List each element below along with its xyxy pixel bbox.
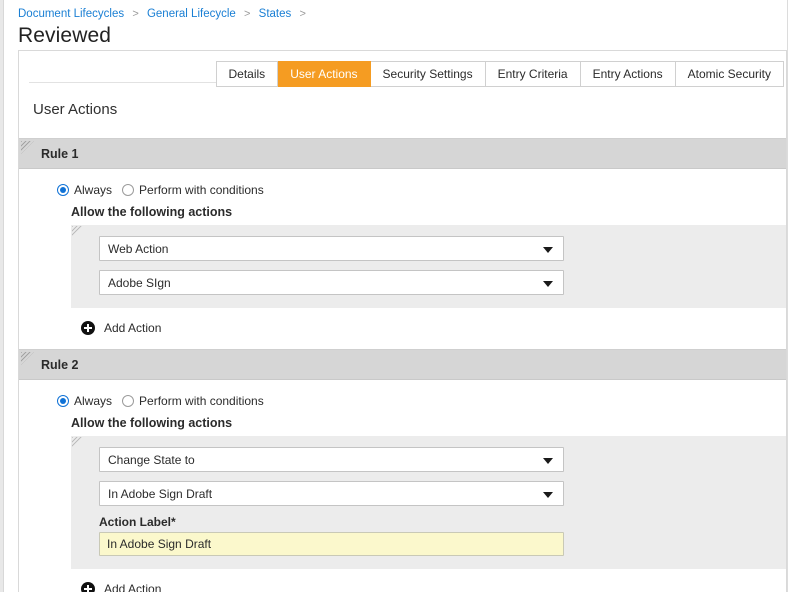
breadcrumb-separator: > (132, 8, 138, 20)
radio-conditions-1[interactable] (122, 184, 134, 196)
tab-strip: Details User Actions Security Settings E… (19, 61, 786, 91)
action-type-select-1[interactable]: Web Action (99, 236, 564, 261)
breadcrumb-item-general-lifecycle[interactable]: General Lifecycle (147, 8, 236, 20)
condition-radio-group-2: Always Perform with conditions (19, 394, 786, 408)
breadcrumb-item-states[interactable]: States (259, 8, 292, 20)
tab-list: Details User Actions Security Settings E… (216, 61, 785, 87)
radio-conditions-label: Perform with conditions (139, 183, 264, 197)
chevron-down-icon (543, 247, 553, 253)
rule-list: Rule 1 Always Perform with conditions (19, 138, 786, 592)
add-action-label: Add Action (104, 582, 161, 592)
rule-body-2: Always Perform with conditions Allow the… (19, 380, 786, 592)
tab-security-settings[interactable]: Security Settings (371, 61, 486, 87)
radio-always-2[interactable] (57, 395, 69, 407)
breadcrumb-separator: > (244, 8, 250, 20)
rule-title: Rule 1 (41, 147, 79, 161)
action-label-field-label: Action Label* (99, 515, 786, 530)
action-target-value: Adobe SIgn (108, 276, 171, 290)
rule-body-1: Always Perform with conditions Allow the… (19, 169, 786, 349)
plus-circle-icon (81, 582, 95, 592)
radio-conditions-label: Perform with conditions (139, 394, 264, 408)
action-group-1: Web Action Adobe SIgn (71, 225, 786, 308)
tab-atomic-security[interactable]: Atomic Security (676, 61, 784, 87)
allow-actions-label-1: Allow the following actions (19, 197, 786, 221)
action-target-select-2[interactable]: In Adobe Sign Draft (99, 481, 564, 506)
tab-entry-actions[interactable]: Entry Actions (581, 61, 676, 87)
action-label-input[interactable]: In Adobe Sign Draft (99, 532, 564, 556)
page-content: Document Lifecycles > General Lifecycle … (4, 0, 787, 592)
action-type-select-2[interactable]: Change State to (99, 447, 564, 472)
breadcrumb-item-document-lifecycles[interactable]: Document Lifecycles (18, 8, 124, 20)
add-action-button-2[interactable]: Add Action (19, 569, 786, 592)
tab-entry-criteria[interactable]: Entry Criteria (486, 61, 581, 87)
radio-option-always-2[interactable]: Always (57, 394, 112, 408)
condition-radio-group-1: Always Perform with conditions (19, 183, 786, 197)
radio-option-conditions-1[interactable]: Perform with conditions (122, 183, 264, 197)
radio-always-label: Always (74, 394, 112, 408)
add-action-button-1[interactable]: Add Action (19, 308, 786, 349)
tab-user-actions[interactable]: User Actions (278, 61, 370, 87)
action-target-value: In Adobe Sign Draft (108, 487, 212, 501)
chevron-down-icon (543, 281, 553, 287)
chevron-down-icon (543, 492, 553, 498)
radio-conditions-2[interactable] (122, 395, 134, 407)
rule-header-1[interactable]: Rule 1 (19, 139, 786, 169)
breadcrumb-separator: > (299, 8, 305, 20)
drag-handle-icon[interactable] (21, 352, 34, 365)
rule-header-2[interactable]: Rule 2 (19, 350, 786, 380)
app-screen: Document Lifecycles > General Lifecycle … (0, 0, 800, 592)
drag-handle-icon[interactable] (72, 437, 83, 448)
action-group-2: Change State to In Adobe Sign Draft Acti… (71, 436, 786, 569)
tab-details[interactable]: Details (216, 61, 279, 87)
drag-handle-icon[interactable] (72, 226, 83, 237)
radio-option-conditions-2[interactable]: Perform with conditions (122, 394, 264, 408)
action-target-select-1[interactable]: Adobe SIgn (99, 270, 564, 295)
section-heading: User Actions (19, 91, 786, 120)
plus-circle-icon (81, 321, 95, 335)
allow-actions-label-2: Allow the following actions (19, 408, 786, 432)
chevron-down-icon (543, 458, 553, 464)
action-type-value: Web Action (108, 242, 168, 256)
radio-always-label: Always (74, 183, 112, 197)
window-right-edge (787, 0, 800, 592)
action-type-value: Change State to (108, 453, 195, 467)
add-action-label: Add Action (104, 321, 161, 335)
page-title: Reviewed (4, 22, 787, 49)
radio-option-always-1[interactable]: Always (57, 183, 112, 197)
drag-handle-icon[interactable] (21, 141, 34, 154)
breadcrumb: Document Lifecycles > General Lifecycle … (4, 0, 787, 22)
content-card: Details User Actions Security Settings E… (18, 50, 787, 592)
rule-title: Rule 2 (41, 358, 79, 372)
rule-block-1: Rule 1 Always Perform with conditions (19, 138, 786, 349)
action-label-value: In Adobe Sign Draft (107, 537, 211, 551)
rule-block-2: Rule 2 Always Perform with conditions (19, 349, 786, 592)
radio-always-1[interactable] (57, 184, 69, 196)
